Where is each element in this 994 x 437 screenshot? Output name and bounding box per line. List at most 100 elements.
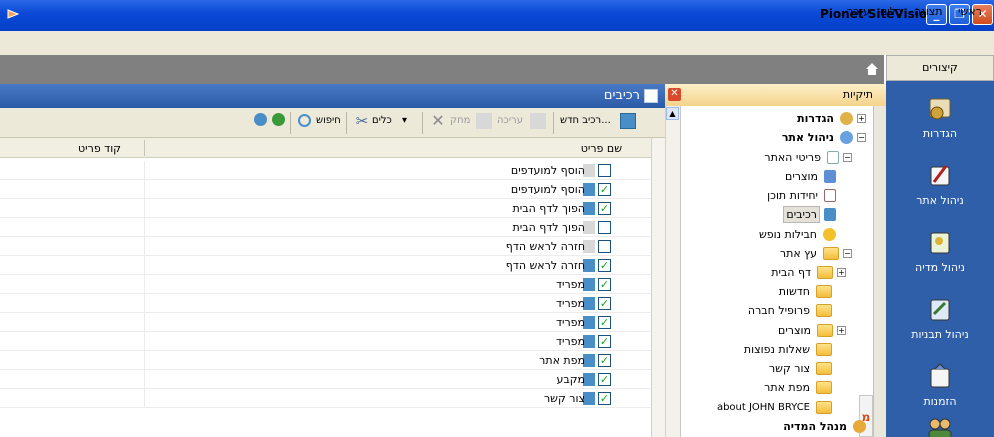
tree-node-news[interactable]: חדשות <box>777 281 832 301</box>
tree-node-vacation-packages[interactable]: חבילות נופש <box>757 224 836 244</box>
copy-icon[interactable] <box>476 113 492 129</box>
tree-node-faq[interactable]: שאלות נפוצות <box>742 339 832 359</box>
search-icon[interactable] <box>298 114 311 127</box>
row-name: הוסף למועדפים <box>510 164 585 177</box>
shortcuts-tab[interactable]: קיצורים <box>886 55 994 81</box>
row-checkbox[interactable]: ✓ <box>598 183 611 196</box>
row-name: הפוך לדף הבית <box>512 202 585 215</box>
cell-separator <box>144 351 145 370</box>
home-icon[interactable] <box>865 62 879 76</box>
table-row[interactable]: ✓ מפריד <box>0 294 651 313</box>
row-checkbox[interactable]: ✓ <box>598 316 611 329</box>
row-name: חזרה לראש הדף <box>505 240 585 253</box>
table-row[interactable]: הוסף למועדפים <box>0 161 651 180</box>
table-row[interactable]: ✓ מפריד <box>0 275 651 294</box>
shortcut-users[interactable] <box>886 414 994 437</box>
tree-node-site-management[interactable]: ניהול אתר − <box>780 127 866 147</box>
table-row[interactable]: ✓ חזרה לראש הדף <box>0 256 651 275</box>
new-component-icon[interactable] <box>620 113 636 129</box>
table-row[interactable]: חזרה לראש הדף <box>0 237 651 256</box>
tree-node-products[interactable]: מוצרים <box>783 166 836 186</box>
column-header-code[interactable]: קוד פריט <box>78 142 121 155</box>
table-row[interactable]: ✓ מפת אתר <box>0 351 651 370</box>
media-manager-icon <box>853 419 866 433</box>
tools-dropdown-arrow-icon[interactable]: ▾ <box>402 115 407 126</box>
collapse-icon[interactable]: − <box>843 152 852 162</box>
new-component-button[interactable]: רכיב חדש... <box>560 115 611 126</box>
tree-node-settings[interactable]: הגדרות + <box>795 108 866 128</box>
tree-node-media-manager[interactable]: מנהל המדיה <box>781 416 866 436</box>
add-item-icon[interactable] <box>272 113 285 126</box>
folder-icon <box>816 303 832 317</box>
menu-item-help[interactable]: עזרה <box>846 5 870 18</box>
shortcut-label: ניהול תבניות <box>911 328 969 341</box>
table-row[interactable]: ✓ מפריד <box>0 313 651 332</box>
column-header-name[interactable]: שם פריט <box>581 142 622 155</box>
collapse-icon[interactable]: − <box>843 248 852 258</box>
menu-item-tools[interactable]: כלים <box>880 5 902 18</box>
tree-node-home-page[interactable]: דף הבית + <box>769 262 846 282</box>
folder-icon <box>817 323 833 337</box>
edit-button[interactable]: עריכה <box>497 115 523 126</box>
address-strip <box>0 55 884 84</box>
cell-separator <box>144 370 145 389</box>
cell-separator <box>144 256 145 275</box>
row-checkbox[interactable]: ✓ <box>598 373 611 386</box>
row-name: מפריד <box>555 297 585 310</box>
tree-node-products-folder[interactable]: מוצרים + <box>776 320 846 340</box>
table-row[interactable]: ✓ מפריד <box>0 332 651 351</box>
tree-node-company-profile[interactable]: פרופיל חברה <box>746 300 832 320</box>
row-checkbox[interactable]: ✓ <box>598 202 611 215</box>
cell-separator <box>144 313 145 332</box>
tree-node-site-items[interactable]: פריטי האתר − <box>762 147 852 167</box>
row-checkbox[interactable]: ✓ <box>598 392 611 405</box>
tree-node-contact[interactable]: צור קשר <box>767 358 832 378</box>
tree-node-sitemap[interactable]: מפת אתר <box>762 377 832 397</box>
tree-node-content-units[interactable]: יחידות תוכן <box>765 185 836 205</box>
search-button[interactable]: חיפוש <box>316 115 341 126</box>
menu-item-view[interactable]: תצוגה <box>914 5 942 18</box>
row-name: הוסף למועדפים <box>510 183 585 196</box>
shortcut-orders[interactable]: הזמנות <box>886 361 994 408</box>
table-row[interactable]: ✓ צור קשר <box>0 389 651 408</box>
collapse-icon[interactable]: − <box>857 132 866 142</box>
row-checkbox[interactable] <box>598 221 611 234</box>
tree-node-label: רכיבים <box>783 205 820 223</box>
row-checkbox[interactable] <box>598 164 611 177</box>
tree-node-about[interactable]: about JOHN BRYCE <box>715 397 832 417</box>
users-icon <box>928 418 952 437</box>
shortcut-templates-management[interactable]: ניהול תבניות <box>886 294 994 341</box>
row-checkbox[interactable] <box>598 240 611 253</box>
folders-close-button[interactable]: ✕ <box>668 88 681 101</box>
tools-icon[interactable]: ✂ <box>354 113 370 129</box>
tree-node-components[interactable]: רכיבים <box>783 204 836 224</box>
table-row[interactable]: ✓ הפוך לדף הבית <box>0 199 651 218</box>
row-checkbox[interactable]: ✓ <box>598 259 611 272</box>
row-checkbox[interactable]: ✓ <box>598 297 611 310</box>
tree-node-site-tree[interactable]: עץ אתר − <box>778 243 852 263</box>
row-checkbox[interactable]: ✓ <box>598 354 611 367</box>
folders-scrollbar[interactable] <box>665 106 680 437</box>
table-row[interactable]: ✓ הוסף למועדפים <box>0 180 651 199</box>
delete-x-icon[interactable]: ✕ <box>430 113 446 129</box>
shortcut-site-management[interactable]: ניהול אתר <box>886 160 994 207</box>
grid-scrollbar[interactable] <box>651 138 665 437</box>
row-checkbox[interactable]: ✓ <box>598 278 611 291</box>
shortcut-settings[interactable]: הגדרות <box>886 93 994 140</box>
row-name: צור קשר <box>543 392 585 405</box>
refresh-icon[interactable] <box>254 113 267 126</box>
table-row[interactable]: הפוך לדף הבית <box>0 218 651 237</box>
edit-icon[interactable] <box>530 113 546 129</box>
menu-item-main[interactable]: ראשי <box>958 5 982 18</box>
expand-icon[interactable]: + <box>857 113 866 123</box>
shortcut-media-management[interactable]: ניהול מדיה <box>886 227 994 274</box>
expand-icon[interactable]: + <box>837 325 846 335</box>
tree-node-label: מוצרים <box>785 169 818 183</box>
delete-button[interactable]: מחק <box>450 115 470 126</box>
tools-button[interactable]: כלים <box>372 115 392 126</box>
row-name: מפריד <box>555 278 585 291</box>
expand-icon[interactable]: + <box>837 267 846 277</box>
scroll-up-arrow-icon[interactable]: ▲ <box>666 107 679 120</box>
row-checkbox[interactable]: ✓ <box>598 335 611 348</box>
table-row[interactable]: ✓ מקבע <box>0 370 651 389</box>
